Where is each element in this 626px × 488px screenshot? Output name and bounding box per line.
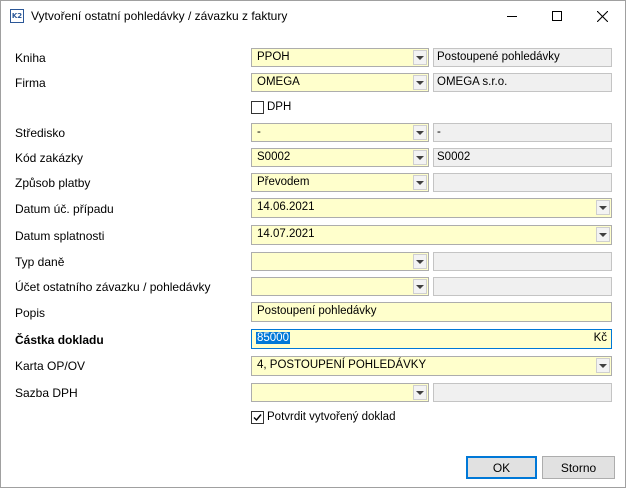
cancel-button[interactable]: Storno [542,456,615,479]
zpusob-platby-value: Převodem [257,176,310,188]
stredisko-combo[interactable]: - [251,123,429,142]
kniha-dropdown-button[interactable] [413,50,427,65]
dialog-window: K2 Vytvoření ostatní pohledávky / závazk… [0,0,626,488]
karta-value: 4, POSTOUPENÍ POHLEDÁVKY [257,359,427,371]
chevron-down-icon [416,55,424,60]
datum-splatnosti-calendar-button[interactable] [596,227,610,242]
app-icon: K2 [10,9,24,23]
firma-description: OMEGA s.r.o. [433,73,612,92]
karta-label: Karta OP/OV [15,359,86,373]
chevron-down-icon [416,80,424,85]
kod-zakazky-dropdown-button[interactable] [413,150,427,165]
kod-zakazky-description: S0002 [433,148,612,167]
potvrdit-checkbox[interactable] [251,411,264,424]
zpusob-platby-combo[interactable]: Převodem [251,173,429,192]
typ-dane-label: Typ daně [15,255,65,269]
close-icon [596,10,608,22]
castka-value: 85000 [256,332,290,344]
chevron-down-icon [416,259,424,264]
chevron-down-icon [599,363,607,368]
chevron-down-icon [416,284,424,289]
firma-value: OMEGA [257,76,300,88]
popis-label: Popis [15,306,46,320]
checkmark-icon [253,414,262,422]
kod-zakazky-description-text: S0002 [437,151,471,163]
datum-uc-pripadu-calendar-button[interactable] [596,200,610,215]
datum-uc-pripadu-field[interactable]: 14.06.2021 [251,198,612,218]
sazba-dph-dropdown-button[interactable] [413,385,427,400]
ucet-description [433,277,612,296]
zpusob-platby-description [433,173,612,192]
dph-checkbox[interactable] [251,101,264,114]
kniha-label: Kniha [15,51,46,65]
stredisko-dropdown-button[interactable] [413,125,427,140]
minimize-icon [507,16,517,17]
typ-dane-combo[interactable] [251,252,429,271]
chevron-down-icon [416,155,424,160]
popis-input[interactable]: Postoupení pohledávky [251,302,612,322]
dph-checkbox-label: DPH [267,101,292,113]
sazba-dph-description [433,383,612,402]
close-button[interactable] [579,1,625,31]
datum-splatnosti-label: Datum splatnosti [15,229,105,243]
window-title: Vytvoření ostatní pohledávky / závazku z… [31,9,288,23]
datum-uc-pripadu-label: Datum úč. případu [15,202,114,216]
zpusob-platby-label: Způsob platby [15,176,91,190]
stredisko-label: Středisko [15,126,66,140]
maximize-icon [552,11,562,21]
stredisko-value: - [257,126,261,138]
popis-value: Postoupení pohledávky [257,305,377,317]
minimize-button[interactable] [489,1,535,31]
chevron-down-icon [416,130,424,135]
ucet-label: Účet ostatního závazku / pohledávky [15,280,211,294]
potvrdit-checkbox-label: Potvrdit vytvořený doklad [267,411,396,423]
title-bar[interactable]: K2 Vytvoření ostatní pohledávky / závazk… [1,1,625,31]
ok-button[interactable]: OK [466,456,537,479]
kod-zakazky-label: Kód zakázky [15,151,84,165]
karta-dropdown-button[interactable] [596,358,610,373]
chevron-down-icon [599,205,607,210]
chevron-down-icon [599,232,607,237]
chevron-down-icon [416,180,424,185]
firma-label: Firma [15,76,46,90]
ucet-combo[interactable] [251,277,429,296]
datum-splatnosti-value: 14.07.2021 [257,228,315,240]
castka-input[interactable]: 85000 Kč [251,329,612,349]
zpusob-platby-dropdown-button[interactable] [413,175,427,190]
typ-dane-description [433,252,612,271]
kniha-description-text: Postoupené pohledávky [437,51,560,63]
kod-zakazky-value: S0002 [257,151,291,163]
karta-combo[interactable]: 4, POSTOUPENÍ POHLEDÁVKY [251,356,612,376]
maximize-button[interactable] [534,1,580,31]
kod-zakazky-combo[interactable]: S0002 [251,148,429,167]
typ-dane-dropdown-button[interactable] [413,254,427,269]
datum-splatnosti-field[interactable]: 14.07.2021 [251,225,612,245]
kniha-combo[interactable]: PPOH [251,48,429,67]
stredisko-description: - [433,123,612,142]
ucet-dropdown-button[interactable] [413,279,427,294]
kniha-description: Postoupené pohledávky [433,48,612,67]
castka-label: Částka dokladu [15,333,104,347]
chevron-down-icon [416,390,424,395]
firma-dropdown-button[interactable] [413,75,427,90]
sazba-dph-label: Sazba DPH [15,386,78,400]
stredisko-description-text: - [437,126,441,138]
datum-uc-pripadu-value: 14.06.2021 [257,201,315,213]
firma-description-text: OMEGA s.r.o. [437,76,508,88]
firma-combo[interactable]: OMEGA [251,73,429,92]
castka-currency: Kč [593,332,607,344]
kniha-value: PPOH [257,51,290,63]
sazba-dph-combo[interactable] [251,383,429,402]
